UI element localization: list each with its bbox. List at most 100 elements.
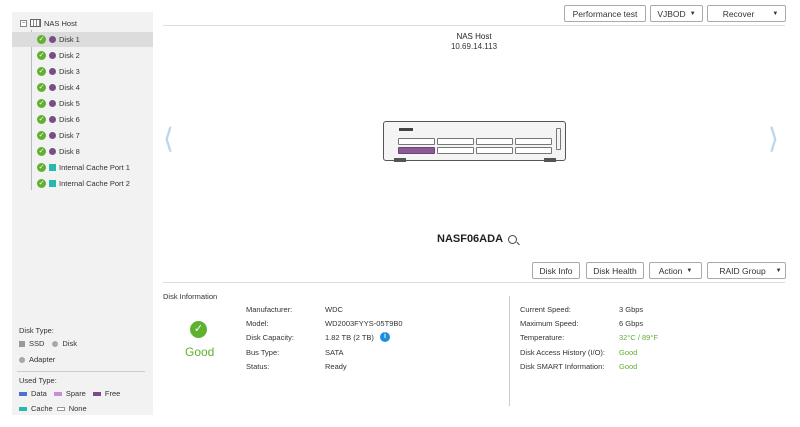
legend-disk: Disk [62, 339, 78, 348]
performance-test-button[interactable]: Performance test [564, 5, 646, 22]
max-speed-label: Maximum Speed: [520, 319, 579, 328]
tree-item-disk-6[interactable]: ✓ Disk 6 [12, 112, 153, 127]
disk-slot[interactable] [437, 138, 474, 145]
current-speed-label: Current Speed: [520, 305, 571, 314]
disk-slot[interactable] [515, 138, 552, 145]
adapter-swatch-icon [19, 356, 25, 363]
manufacturer-label: Manufacturer: [246, 305, 293, 314]
caret-down-icon: ▼ [775, 267, 782, 274]
legend-divider [17, 371, 145, 372]
info-icon[interactable]: i [380, 332, 390, 342]
recover-dropdown[interactable]: Recover ▼ [707, 5, 786, 22]
cache-port-icon [49, 180, 56, 187]
status-ok-icon: ✓ [37, 147, 46, 156]
tree-item-disk-5[interactable]: ✓ Disk 5 [12, 96, 153, 111]
tree-item-cache-port-2[interactable]: ✓ Internal Cache Port 2 [12, 176, 153, 191]
collapse-toggle-icon[interactable]: − [20, 19, 27, 27]
disk-slot-selected[interactable] [398, 147, 435, 154]
status-ok-icon: ✓ [37, 67, 46, 76]
tree-item-disk-7[interactable]: ✓ Disk 7 [12, 128, 153, 143]
legend-used-type-row: Data Spare Free [19, 389, 120, 398]
none-swatch-icon [56, 406, 65, 411]
disk-health-button[interactable]: Disk Health [586, 262, 644, 279]
legend-data: Data [31, 389, 47, 398]
tree-item-cache-port-1[interactable]: ✓ Internal Cache Port 1 [12, 160, 153, 175]
disk-free-icon [49, 84, 56, 91]
status-ok-icon: ✓ [37, 115, 46, 124]
tree-root-nas-host[interactable]: − NAS Host [20, 16, 77, 30]
status-label: Status: [246, 362, 270, 371]
disk-slot[interactable] [515, 147, 552, 154]
smart-info-value: Good [619, 362, 638, 371]
tree-item-disk-2[interactable]: ✓ Disk 2 [12, 48, 153, 63]
status-value: Ready [325, 362, 347, 371]
status-ok-icon: ✓ [37, 131, 46, 140]
ssd-swatch-icon [19, 340, 25, 347]
disk-free-icon [49, 68, 56, 75]
vjbod-dropdown[interactable]: VJBOD ▼ [650, 5, 703, 22]
disk-info-button[interactable]: Disk Info [532, 262, 580, 279]
legend-ssd: SSD [29, 339, 45, 348]
status-ok-icon: ✓ [37, 99, 46, 108]
caret-down-icon: ▼ [686, 267, 693, 274]
bus-type-value: SATA [325, 348, 344, 357]
tree-item-label: Disk 8 [59, 147, 80, 156]
max-speed-value: 6 Gbps [619, 319, 644, 328]
nas-name: NASF06ADA [437, 233, 504, 245]
tree-item-label: Disk 2 [59, 51, 80, 60]
legend-disk-type-row: SSD Disk [19, 339, 77, 348]
tree-item-label: Disk 5 [59, 99, 80, 108]
toolbar-divider [163, 25, 785, 26]
raid-group-dropdown[interactable]: RAID Group ▼ [707, 262, 786, 279]
disk-slot[interactable] [398, 138, 435, 145]
manufacturer-value: WDC [325, 305, 343, 314]
front-panel [556, 128, 561, 150]
status-ok-icon: ✓ [37, 51, 46, 60]
capacity-label: Disk Capacity: [246, 333, 294, 342]
action-dropdown[interactable]: Action ▼ [649, 262, 702, 279]
cache-swatch-icon [19, 406, 27, 411]
legend-cache: Cache [31, 404, 53, 413]
disk-slot[interactable] [476, 147, 513, 154]
chassis-foot [394, 158, 406, 162]
nas-host-icon [30, 19, 41, 27]
host-title: NAS Host [456, 32, 492, 41]
check-circle-icon: ✓ [190, 321, 207, 338]
performance-test-label: Performance test [572, 8, 638, 19]
vjbod-label: VJBOD [657, 8, 686, 19]
temperature-value: 32°C / 89°F [619, 333, 658, 342]
free-swatch-icon [92, 391, 101, 396]
chevron-right-icon[interactable]: ⟩ [768, 122, 779, 155]
legend-none: None [68, 404, 87, 413]
status-ok-icon: ✓ [37, 179, 46, 188]
legend-disk-type-title: Disk Type: [19, 326, 54, 335]
legend-adapter: Adapter [29, 355, 56, 364]
caret-down-icon: ▼ [689, 10, 696, 17]
tree-item-label: Disk 1 [59, 35, 80, 44]
chevron-left-icon[interactable]: ⟨ [163, 122, 174, 155]
caret-down-icon: ▼ [772, 10, 779, 17]
disk-swatch-icon [52, 340, 59, 347]
tree-item-label: Disk 3 [59, 67, 80, 76]
host-ip: 10.69.14.113 [450, 42, 498, 51]
tree-item-label: Disk 6 [59, 115, 80, 124]
qnap-logo [399, 128, 413, 131]
tree-item-label: Disk 7 [59, 131, 80, 140]
zoom-in-icon[interactable] [508, 234, 518, 244]
raid-group-label: RAID Group [719, 265, 766, 276]
disk-free-icon [49, 36, 56, 43]
disk-slot[interactable] [437, 147, 474, 154]
disk-slot[interactable] [476, 138, 513, 145]
tree-item-disk-1[interactable]: ✓ Disk 1 [12, 32, 153, 47]
status-ok-icon: ✓ [37, 163, 46, 172]
disk-free-icon [49, 52, 56, 59]
disk-free-icon [49, 132, 56, 139]
tree-item-disk-4[interactable]: ✓ Disk 4 [12, 80, 153, 95]
legend-used-type-title: Used Type: [19, 376, 57, 385]
cache-port-icon [49, 164, 56, 171]
tree-item-disk-3[interactable]: ✓ Disk 3 [12, 64, 153, 79]
action-label: Action [658, 265, 683, 276]
tree-item-disk-8[interactable]: ✓ Disk 8 [12, 144, 153, 159]
disk-health-status: Good [185, 345, 215, 359]
status-ok-icon: ✓ [37, 83, 46, 92]
